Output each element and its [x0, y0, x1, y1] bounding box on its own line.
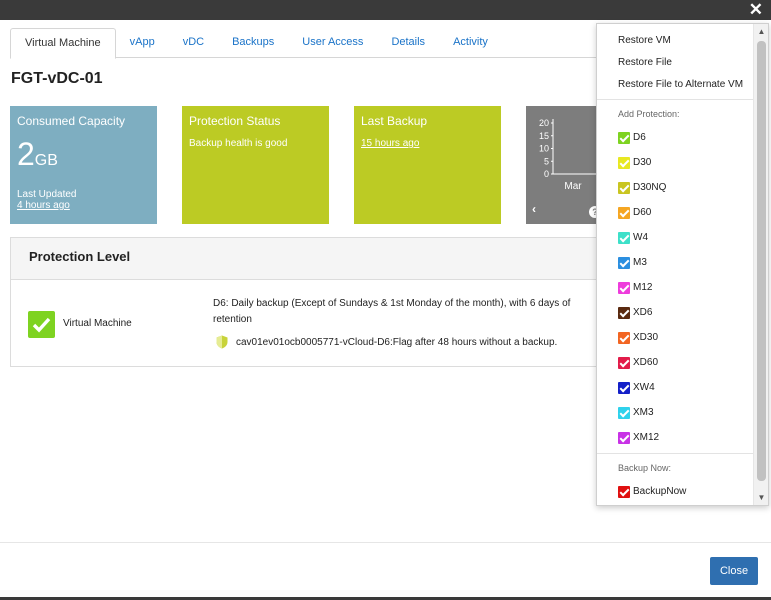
protected-item-label: Virtual Machine: [63, 318, 132, 329]
tab-details[interactable]: Details: [377, 28, 439, 57]
protection-xd60-option[interactable]: XD60: [597, 350, 753, 375]
footer-divider: [0, 542, 771, 543]
check-icon: [28, 311, 55, 338]
tab-virtual-machine[interactable]: Virtual Machine: [10, 28, 116, 59]
protection-d30nq-option[interactable]: D30NQ: [597, 175, 753, 200]
option-label: M3: [633, 257, 647, 268]
y-tick-label: 15: [539, 131, 549, 141]
checkbox-checked-icon[interactable]: [618, 356, 630, 369]
option-label: D30: [633, 157, 652, 168]
checkbox-checked-icon[interactable]: [618, 431, 630, 444]
checkbox-checked-icon[interactable]: [618, 485, 630, 498]
tile-title: Consumed Capacity: [17, 114, 126, 128]
option-label: XW4: [633, 382, 655, 393]
y-tick-label: 10: [539, 144, 549, 154]
consumed-capacity-tile: Consumed Capacity 2GB Last Updated 4 hou…: [10, 106, 157, 224]
option-label: D60: [633, 207, 652, 218]
backup-now-backupnow-option[interactable]: BackupNow: [597, 479, 753, 504]
protection-d60-option[interactable]: D60: [597, 200, 753, 225]
last-backup-tile: Last Backup 15 hours ago: [354, 106, 501, 224]
protection-level-title: Protection Level: [11, 238, 599, 280]
close-button[interactable]: Close: [710, 557, 758, 585]
tab-user-access[interactable]: User Access: [288, 28, 377, 57]
actions-dropdown-menu: Restore VM Restore File Restore File to …: [596, 23, 769, 506]
option-label: W4: [633, 232, 648, 243]
checkbox-checked-icon[interactable]: [618, 206, 630, 219]
chevron-left-icon[interactable]: ‹: [532, 202, 536, 216]
option-label: XD60: [633, 357, 659, 368]
tab-vdc[interactable]: vDC: [169, 28, 218, 57]
protection-options: D6 D30 D30NQ D60 W4 M3 M12 XD6 XD30 XD60 XW4 XM3 XM1…: [597, 125, 753, 450]
add-protection-header: Add Protection:: [618, 109, 680, 119]
divider: [597, 453, 753, 454]
capacity-value: 2GB: [17, 136, 58, 172]
checkbox-checked-icon[interactable]: [618, 281, 630, 294]
restore-vm-item[interactable]: Restore VM: [597, 30, 753, 52]
checkbox-checked-icon[interactable]: [618, 131, 630, 144]
protection-xd30-option[interactable]: XD30: [597, 325, 753, 350]
protection-level-panel: Protection Level Virtual Machine D6: Dai…: [10, 237, 600, 367]
tab-activity[interactable]: Activity: [439, 28, 502, 57]
shield-icon: [216, 335, 228, 349]
backup-now-options: BackupNow: [597, 479, 753, 504]
tile-title: Last Backup: [361, 114, 428, 128]
flag-text: cav01ev01ocb0005771-vCloud-D6:Flag after…: [236, 336, 558, 348]
y-tick-label: 20: [539, 118, 549, 128]
protection-m3-option[interactable]: M3: [597, 250, 753, 275]
x-tick-label: Mar: [564, 181, 582, 192]
checkbox-checked-icon[interactable]: [618, 256, 630, 269]
last-backup-link[interactable]: 15 hours ago: [361, 138, 494, 149]
checkbox-checked-icon[interactable]: [618, 381, 630, 394]
last-updated-value[interactable]: 4 hours ago: [17, 200, 150, 211]
flag-row: cav01ev01ocb0005771-vCloud-D6:Flag after…: [216, 335, 557, 349]
option-label: D6: [633, 132, 646, 143]
tab-vapp[interactable]: vApp: [116, 28, 169, 57]
protection-xw4-option[interactable]: XW4: [597, 375, 753, 400]
checkbox-checked-icon[interactable]: [618, 231, 630, 244]
option-label: XD30: [633, 332, 659, 343]
page-title: FGT-vDC-01: [11, 70, 103, 87]
tab-backups[interactable]: Backups: [218, 28, 288, 57]
protection-d30-option[interactable]: D30: [597, 150, 753, 175]
protection-description: D6: Daily backup (Except of Sundays & 1s…: [213, 298, 571, 325]
option-label: BackupNow: [633, 486, 687, 497]
divider: [597, 99, 753, 100]
scroll-up-icon[interactable]: ▲: [754, 24, 768, 39]
close-icon[interactable]: ✕: [749, 0, 763, 20]
restore-file-alternate-vm-item[interactable]: Restore File to Alternate VM: [597, 74, 753, 96]
protection-status-text: Backup health is good: [189, 138, 288, 149]
option-label: XM12: [633, 432, 660, 443]
checkbox-checked-icon[interactable]: [618, 156, 630, 169]
backup-chart-tile: 20 15 10 5 0 Mar ‹ ?: [526, 106, 606, 224]
option-label: XD6: [633, 307, 653, 318]
protection-d6-option[interactable]: D6: [597, 125, 753, 150]
protection-xm12-option[interactable]: XM12: [597, 425, 753, 450]
protection-xm3-option[interactable]: XM3: [597, 400, 753, 425]
option-label: XM3: [633, 407, 654, 418]
protection-status-tile: Protection Status Backup health is good: [182, 106, 329, 224]
protection-m12-option[interactable]: M12: [597, 275, 753, 300]
tile-title: Protection Status: [189, 114, 281, 128]
checkbox-checked-icon[interactable]: [618, 406, 630, 419]
backup-now-header: Backup Now:: [618, 463, 672, 473]
scroll-down-icon[interactable]: ▼: [754, 490, 768, 505]
scrollbar-thumb[interactable]: [757, 41, 766, 481]
restore-file-item[interactable]: Restore File: [597, 52, 753, 74]
modal-title-bar: ✕: [0, 0, 771, 20]
checkbox-checked-icon[interactable]: [618, 331, 630, 344]
capacity-unit: GB: [34, 152, 58, 169]
last-updated-label: Last Updated: [17, 189, 77, 200]
checkbox-checked-icon[interactable]: [618, 306, 630, 319]
option-label: M12: [633, 282, 653, 293]
option-label: D30NQ: [633, 182, 667, 193]
checkbox-checked-icon[interactable]: [618, 181, 630, 194]
protection-w4-option[interactable]: W4: [597, 225, 753, 250]
dropdown-scrollbar[interactable]: ▲ ▼: [753, 24, 768, 505]
protection-xd6-option[interactable]: XD6: [597, 300, 753, 325]
y-tick-label: 0: [544, 169, 549, 179]
y-tick-label: 5: [544, 156, 549, 166]
